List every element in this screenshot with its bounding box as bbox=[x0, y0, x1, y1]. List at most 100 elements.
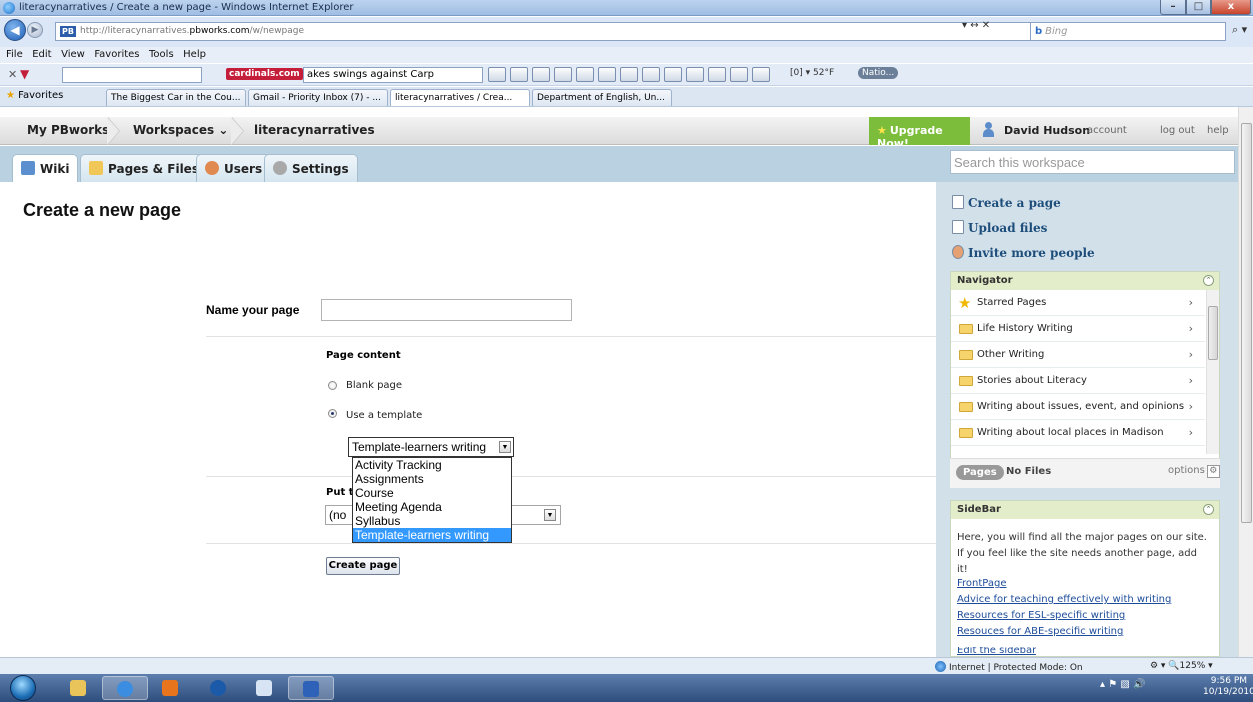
browser-tab[interactable]: Gmail - Priority Inbox (7) - ... bbox=[248, 89, 388, 106]
my-pbworks-link[interactable]: My PBworks bbox=[27, 123, 109, 137]
tab-wiki[interactable]: Wiki bbox=[12, 154, 79, 182]
toolbar-app-icon[interactable] bbox=[620, 67, 638, 82]
toolbar-app-icon[interactable] bbox=[752, 67, 770, 82]
user-name[interactable]: David Hudson bbox=[1004, 124, 1090, 137]
toolbar-app-icon[interactable] bbox=[708, 67, 726, 82]
workspaces-menu[interactable]: Workspaces ⌄ bbox=[133, 123, 228, 137]
sidebar-link-advice[interactable]: Advice for teaching effectively with wri… bbox=[957, 594, 1171, 605]
bing-search-box[interactable]: b Bing bbox=[1030, 22, 1226, 41]
tab-users[interactable]: Users bbox=[196, 154, 272, 182]
cardinals-logo-icon[interactable]: ▼ bbox=[20, 67, 29, 81]
collapse-icon[interactable]: ⌃ bbox=[1203, 504, 1214, 515]
create-page-link[interactable]: Create a page bbox=[952, 195, 1061, 210]
news-ticker[interactable]: akes swings against Carp bbox=[303, 67, 483, 83]
toolbar-app-icon[interactable] bbox=[686, 67, 704, 82]
clock[interactable]: 9:56 PM 10/19/2010 bbox=[1203, 676, 1253, 698]
menu-tools[interactable]: Tools bbox=[149, 49, 174, 60]
refresh-stop-icons[interactable]: ▾ ↔ ✕ bbox=[962, 20, 990, 31]
log-out-link[interactable]: log out bbox=[1160, 125, 1195, 136]
scroll-thumb[interactable] bbox=[1241, 123, 1252, 523]
cardinals-button[interactable]: cardinals.com bbox=[226, 68, 303, 80]
favorites-button[interactable]: ★ Favorites bbox=[6, 90, 63, 101]
dropdown-option[interactable]: Meeting Agenda bbox=[353, 500, 511, 514]
menu-view[interactable]: View bbox=[61, 49, 85, 60]
taskbar-app[interactable] bbox=[242, 676, 288, 700]
close-window-button[interactable]: x bbox=[1211, 0, 1251, 15]
tab-settings[interactable]: Settings bbox=[264, 154, 358, 182]
blank-page-label[interactable]: Blank page bbox=[346, 380, 402, 391]
toolbar-app-icon[interactable] bbox=[664, 67, 682, 82]
use-template-label[interactable]: Use a template bbox=[346, 410, 422, 421]
search-go-icon[interactable]: ⌕ ▾ bbox=[1232, 23, 1247, 37]
taskbar-ie[interactable] bbox=[102, 676, 148, 700]
page-name-input[interactable] bbox=[321, 299, 572, 321]
toolbar-search-input[interactable] bbox=[62, 67, 202, 83]
toolbar-app-icon[interactable] bbox=[642, 67, 660, 82]
workspace-search-input[interactable]: Search this workspace bbox=[950, 150, 1235, 174]
taskbar-word[interactable] bbox=[288, 676, 334, 700]
dropdown-option[interactable]: Assignments bbox=[353, 472, 511, 486]
dropdown-option[interactable]: Syllabus bbox=[353, 514, 511, 528]
toolbar-app-icon[interactable] bbox=[510, 67, 528, 82]
browser-tab[interactable]: The Biggest Car in the Cou... bbox=[106, 89, 246, 106]
blank-page-radio[interactable] bbox=[328, 381, 337, 390]
toolbar-app-icon[interactable] bbox=[598, 67, 616, 82]
dropdown-option[interactable]: Activity Tracking bbox=[353, 458, 511, 472]
system-tray-icons[interactable]: ▴ ⚑ ▧ 🔊 bbox=[1100, 679, 1145, 690]
toolbar-app-icon[interactable] bbox=[554, 67, 572, 82]
zoom-level[interactable]: ⚙ ▾ 🔍125% ▾ bbox=[1150, 661, 1213, 671]
toolbar-app-icon[interactable] bbox=[576, 67, 594, 82]
pages-toggle[interactable]: Pages bbox=[956, 465, 1004, 480]
toolbar-app-icon[interactable] bbox=[488, 67, 506, 82]
nav-item-folder[interactable]: Stories about Literacy › bbox=[951, 368, 1205, 394]
toolbar-close-icon[interactable]: ✕ bbox=[8, 68, 17, 81]
workspace-name[interactable]: literacynarratives bbox=[254, 123, 375, 137]
nav-item-folder[interactable]: Writing about issues, event, and opinion… bbox=[951, 394, 1205, 420]
menu-edit[interactable]: Edit bbox=[32, 49, 51, 60]
use-template-radio[interactable] bbox=[328, 409, 337, 418]
taskbar-media[interactable] bbox=[148, 676, 194, 700]
menu-favorites[interactable]: Favorites bbox=[94, 49, 139, 60]
start-button[interactable] bbox=[10, 675, 36, 701]
forward-button[interactable]: ▶ bbox=[27, 22, 43, 38]
dropdown-option-selected[interactable]: Template-learners writing bbox=[353, 528, 511, 542]
address-url[interactable]: http://literacynarratives.pbworks.com/w/… bbox=[80, 26, 304, 36]
invite-people-link[interactable]: Invite more people bbox=[952, 245, 1095, 260]
maximize-button[interactable]: □ bbox=[1186, 0, 1211, 15]
page-scrollbar[interactable] bbox=[1238, 107, 1253, 657]
sidebar-link-esl[interactable]: Resources for ESL-specific writing bbox=[957, 610, 1125, 621]
minimize-button[interactable]: – bbox=[1160, 0, 1186, 15]
address-bar[interactable]: PB http://literacynarratives.pbworks.com… bbox=[55, 22, 1061, 41]
browser-tab[interactable]: Department of English, Un... bbox=[532, 89, 672, 106]
create-page-button[interactable]: Create page bbox=[326, 557, 400, 575]
sidebar-link-abe[interactable]: Resouces for ABE-specific writing bbox=[957, 626, 1123, 637]
browser-tab-active[interactable]: literacynarratives / Crea... bbox=[390, 89, 530, 106]
tab-pages-files[interactable]: Pages & Files bbox=[80, 154, 208, 182]
toolbar-app-icon[interactable] bbox=[730, 67, 748, 82]
collapse-icon[interactable]: ⌃ bbox=[1203, 275, 1214, 286]
help-link[interactable]: help bbox=[1207, 125, 1229, 136]
menu-file[interactable]: File bbox=[6, 49, 23, 60]
account-link[interactable]: account bbox=[1087, 125, 1127, 136]
nav-item-folder[interactable]: Writing about local places in Madison › bbox=[951, 420, 1205, 446]
upload-files-link[interactable]: Upload files bbox=[952, 220, 1047, 235]
scroll-thumb[interactable] bbox=[1208, 306, 1218, 360]
sidebar-link-frontpage[interactable]: FrontPage bbox=[957, 578, 1007, 589]
security-zone[interactable]: Internet | Protected Mode: On bbox=[935, 661, 1083, 673]
navigator-options[interactable]: options ⚙ bbox=[1168, 465, 1220, 478]
taskbar-hp[interactable] bbox=[196, 676, 242, 700]
menu-help[interactable]: Help bbox=[183, 49, 206, 60]
taskbar-explorer[interactable] bbox=[56, 676, 102, 700]
edit-sidebar-link[interactable]: Edit the sidebar bbox=[957, 647, 1036, 657]
weather-widget[interactable]: [0] ▾ 52°F bbox=[790, 68, 834, 78]
back-button[interactable]: ◀ bbox=[4, 19, 26, 41]
natio-dropdown[interactable]: Natio... bbox=[858, 67, 899, 79]
nav-item-starred[interactable]: ★ Starred Pages › bbox=[951, 290, 1205, 316]
nav-item-folder[interactable]: Other Writing › bbox=[951, 342, 1205, 368]
template-select[interactable]: Template-learners writing ▼ bbox=[348, 437, 514, 457]
no-files-toggle[interactable]: No Files bbox=[1006, 466, 1051, 477]
navigator-scrollbar[interactable] bbox=[1206, 290, 1219, 454]
nav-item-folder[interactable]: Life History Writing › bbox=[951, 316, 1205, 342]
upgrade-now-button[interactable]: ★ Upgrade Now! bbox=[869, 117, 970, 150]
dropdown-option[interactable]: Course bbox=[353, 486, 511, 500]
